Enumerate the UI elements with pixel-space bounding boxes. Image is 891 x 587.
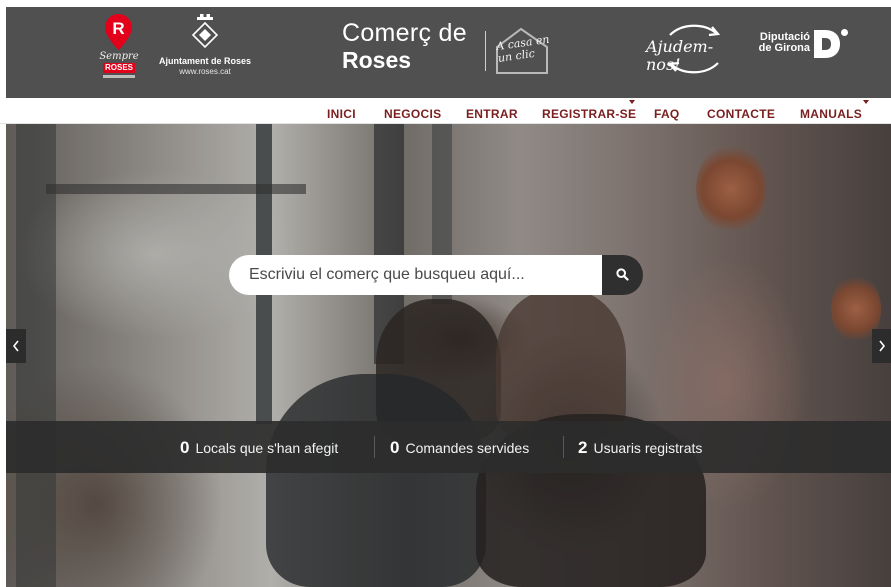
carousel-prev-button[interactable] — [6, 329, 26, 363]
sempre-roses-logo[interactable]: R Sempre ROSES — [99, 12, 139, 84]
registrar-dropdown-caret-icon — [629, 100, 635, 104]
main-nav: INICI NEGOCIS ENTRAR REGISTRAR-SE FAQ CO… — [0, 100, 891, 124]
diputacio-line2: de Girona — [758, 42, 810, 54]
page: R Sempre ROSES Ajuntament de Roses www.r… — [0, 0, 891, 587]
stat-comandes-label: Comandes servides — [405, 440, 530, 456]
roses-underbar — [103, 75, 135, 78]
nav-registrar-se[interactable]: REGISTRAR-SE — [542, 107, 636, 121]
chevron-right-icon — [879, 340, 886, 352]
stat-comandes-value: 0 — [390, 438, 400, 457]
stat-locals-value: 0 — [180, 438, 190, 457]
tagline-divider — [485, 31, 486, 71]
nav-entrar[interactable]: ENTRAR — [466, 107, 518, 121]
svg-text:R: R — [112, 19, 124, 38]
diputacio-girona-logo[interactable]: Diputació de Girona — [750, 29, 850, 69]
nav-negocis[interactable]: NEGOCIS — [384, 107, 441, 121]
stat-comandes: 0 Comandes servides — [390, 438, 529, 458]
stat-divider — [374, 436, 375, 458]
roses-label: ROSES — [103, 63, 135, 73]
site-header: R Sempre ROSES Ajuntament de Roses www.r… — [6, 7, 891, 98]
search-input[interactable] — [229, 255, 603, 295]
hero-overlay — [6, 124, 891, 587]
search-icon — [616, 268, 629, 281]
manuals-dropdown-caret-icon — [863, 100, 869, 104]
carousel-next-button[interactable] — [872, 329, 891, 363]
hero-carousel: 0 Locals que s'han afegit 0 Comandes servi… — [6, 124, 891, 587]
roses-pin-icon: R — [105, 14, 132, 50]
comerc-title-line2: Roses — [342, 47, 412, 73]
ajuntament-name: Ajuntament de Roses — [158, 56, 252, 66]
stats-bar: 0 Locals que s'han afegit 0 Comandes servi… — [6, 421, 891, 473]
nav-faq[interactable]: FAQ — [654, 107, 680, 121]
nav-inici[interactable]: INICI — [327, 107, 356, 121]
comerc-title-line1: Comerç de — [342, 19, 467, 47]
comerc-de-roses-logo[interactable]: Comerç de Roses — [342, 19, 482, 79]
coat-of-arms-icon — [191, 14, 219, 49]
stat-divider — [563, 436, 564, 458]
diputacio-d-icon — [814, 30, 840, 58]
a-casa-en-un-clic-tagline: A casa en un clic — [481, 25, 559, 75]
ajudem-nos-text: Ajudem-nos! — [646, 37, 714, 74]
ajuntament-logo[interactable]: Ajuntament de Roses www.roses.cat — [149, 13, 261, 83]
nav-contacte[interactable]: CONTACTE — [707, 107, 775, 121]
sempre-script: Sempre — [99, 51, 139, 62]
stat-locals-label: Locals que s'han afegit — [195, 440, 339, 456]
search-bar — [229, 255, 643, 295]
diputacio-text: Diputació de Girona — [750, 32, 810, 54]
stat-usuaris-value: 2 — [578, 438, 588, 457]
stat-locals: 0 Locals que s'han afegit — [180, 438, 338, 458]
diputacio-dot — [841, 29, 848, 36]
ajuntament-url: www.roses.cat — [179, 67, 231, 76]
stat-usuaris: 2 Usuaris registrats — [578, 438, 702, 458]
chevron-left-icon — [12, 340, 19, 352]
stat-usuaris-label: Usuaris registrats — [593, 440, 703, 456]
nav-manuals[interactable]: MANUALS — [800, 107, 862, 121]
ajudem-nos-logo[interactable]: Ajudem-nos! — [642, 21, 746, 77]
search-button[interactable] — [602, 255, 643, 295]
